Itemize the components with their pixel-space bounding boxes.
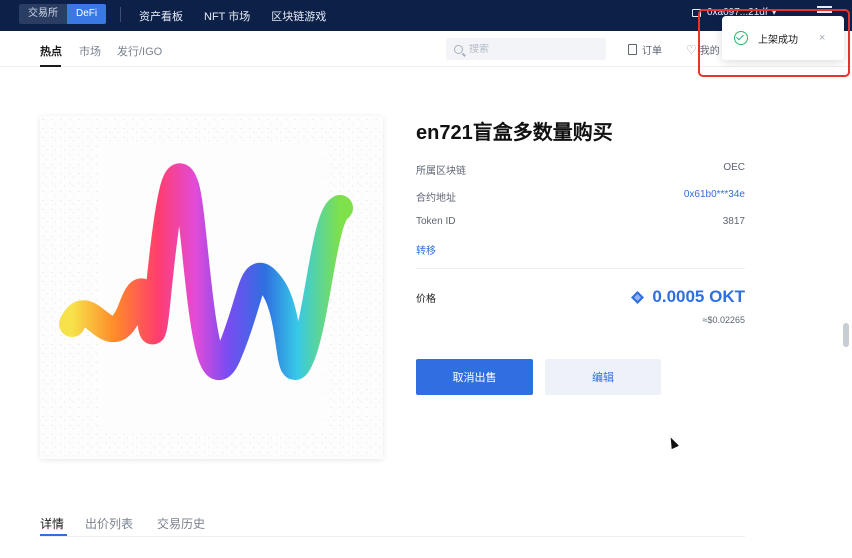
search-box bbox=[446, 38, 606, 60]
mode-switch: 交易所 DeFi bbox=[19, 4, 107, 24]
tab-trade-history[interactable]: 交易历史 bbox=[157, 515, 205, 532]
heart-icon: ♡ bbox=[686, 42, 697, 57]
token-id-value: 3817 bbox=[722, 216, 745, 227]
active-tab-underline bbox=[40, 65, 61, 67]
transfer-link[interactable]: 转移 bbox=[416, 242, 436, 257]
mouse-cursor-icon bbox=[667, 435, 679, 450]
tab-igo[interactable]: 发行/IGO bbox=[117, 43, 162, 59]
price-fiat: ≈$0.02265 bbox=[702, 315, 745, 325]
edit-button[interactable]: 编辑 bbox=[545, 359, 661, 395]
price-amount: 0.0005 OKT bbox=[652, 287, 745, 306]
document-icon bbox=[628, 44, 637, 55]
tab-hot[interactable]: 热点 bbox=[40, 43, 62, 59]
contract-label: 合约地址 bbox=[416, 193, 456, 204]
search-icon bbox=[454, 44, 463, 54]
nft-image bbox=[40, 116, 383, 459]
tab-market[interactable]: 市场 bbox=[79, 43, 101, 59]
tab-details[interactable]: 详情 bbox=[40, 515, 64, 532]
nav-asset-board[interactable]: 资产看板 bbox=[139, 8, 183, 24]
tabs-baseline bbox=[40, 536, 745, 537]
nav-nft-market[interactable]: NFT 市场 bbox=[204, 8, 250, 24]
search-input[interactable] bbox=[469, 43, 589, 55]
chain-label: 所属区块链 bbox=[416, 166, 466, 177]
contract-address-link[interactable]: 0x61b0***34e bbox=[684, 189, 745, 200]
chain-value: OEC bbox=[723, 162, 745, 173]
check-circle-icon bbox=[734, 31, 748, 45]
mode-tab-defi[interactable]: DeFi bbox=[67, 4, 107, 24]
nav-divider bbox=[120, 7, 121, 22]
price-label: 价格 bbox=[416, 294, 436, 305]
price-value: 0.0005 OKT bbox=[631, 287, 745, 307]
nft-title: en721盲盒多数量购买 bbox=[416, 122, 613, 144]
toast-message: 上架成功 bbox=[758, 34, 798, 46]
mode-tab-exchange[interactable]: 交易所 bbox=[19, 4, 67, 24]
scrollbar-thumb[interactable] bbox=[843, 323, 849, 347]
close-icon[interactable]: × bbox=[819, 32, 825, 44]
main-nav: 资产看板 NFT 市场 区块链游戏 bbox=[139, 0, 347, 31]
token-id-label: Token ID bbox=[416, 216, 456, 227]
nav-blockchain-games[interactable]: 区块链游戏 bbox=[271, 8, 326, 24]
orders-label: 订单 bbox=[642, 46, 662, 57]
divider bbox=[416, 268, 745, 269]
success-toast: 上架成功 × bbox=[722, 16, 844, 60]
tab-bids[interactable]: 出价列表 bbox=[85, 515, 133, 532]
nft-artwork bbox=[40, 116, 383, 459]
okt-token-icon bbox=[631, 290, 645, 304]
orders-link[interactable]: 订单 bbox=[628, 42, 662, 57]
cancel-sale-button[interactable]: 取消出售 bbox=[416, 359, 533, 395]
